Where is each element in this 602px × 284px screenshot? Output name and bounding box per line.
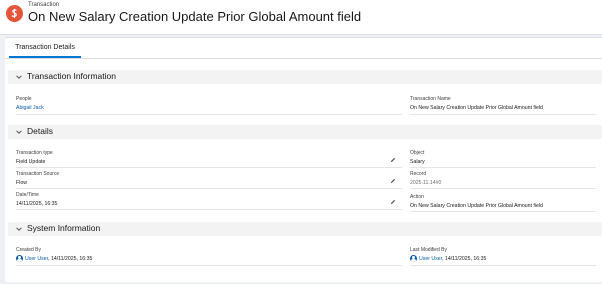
transaction-source-label: Transaction Source [16,171,60,177]
field-divider [16,114,402,115]
record-header: Transaction On New Salary Creation Updat… [0,0,602,35]
chevron-down-icon [16,130,22,134]
field-divider [16,167,402,168]
created-by-value: User User, 14/11/2025, 16:35 [25,256,92,262]
chevron-down-icon [16,227,22,231]
action-value: On New Salary Creation Update Prior Glob… [410,203,543,209]
section-header-details[interactable]: Details [8,125,602,139]
created-by-label: Created By [16,247,42,253]
last-modified-by-value: User User, 14/11/2025, 16:35 [419,256,486,262]
field-divider [410,265,596,266]
record-detail-card: Transaction Details Transaction Informat… [5,37,602,282]
field-divider [410,188,596,189]
datetime-value: 14/11/2025, 16:35 [16,201,58,207]
object-value: Salary [410,159,425,165]
transaction-source-value: Flow [16,180,27,186]
section-title: Details [27,126,53,136]
transaction-name-label: Transaction Name [410,96,451,102]
edit-pencil-icon[interactable] [390,178,396,184]
user-avatar-icon [410,255,417,262]
tab-bar: Transaction Details [5,38,602,59]
record-label: Record [410,171,427,177]
created-by-user-link[interactable]: User User [25,256,48,262]
user-avatar-icon [16,255,23,262]
transaction-icon [6,5,23,22]
modified-by-date: , 14/11/2025, 16:35 [442,256,487,262]
edit-pencil-icon[interactable] [390,199,396,205]
transaction-type-label: Transaction type [16,150,53,156]
section-header-transaction-information[interactable]: Transaction Information [8,70,602,84]
transaction-name-value: On New Salary Creation Update Prior Glob… [410,105,543,111]
modified-by-user-link[interactable]: User User [419,256,442,262]
field-divider [16,188,402,189]
field-divider [410,211,596,212]
action-label: Action [410,194,424,200]
page-title: On New Salary Creation Update Prior Glob… [28,9,362,24]
chevron-down-icon [16,75,22,79]
created-by-date: , 14/11/2025, 16:35 [48,256,93,262]
field-divider [410,114,596,115]
object-type-label: Transaction [28,2,60,8]
field-divider [16,265,402,266]
people-label: People [16,96,32,102]
record-value: 2025.11.14#0 [410,180,442,186]
section-header-system-information[interactable]: System Information [8,222,602,236]
edit-pencil-icon[interactable] [390,157,396,163]
section-title: System Information [27,223,101,233]
field-divider [410,167,596,168]
last-modified-by-label: Last Modified By [410,247,447,253]
field-divider [16,209,402,210]
datetime-label: Date/Time [16,192,39,198]
transaction-type-value: Field Update [16,159,46,165]
section-title: Transaction Information [27,71,116,81]
tab-transaction-details[interactable]: Transaction Details [9,38,81,58]
object-label: Object [410,150,425,156]
people-link[interactable]: Abigail Jack [16,105,44,111]
